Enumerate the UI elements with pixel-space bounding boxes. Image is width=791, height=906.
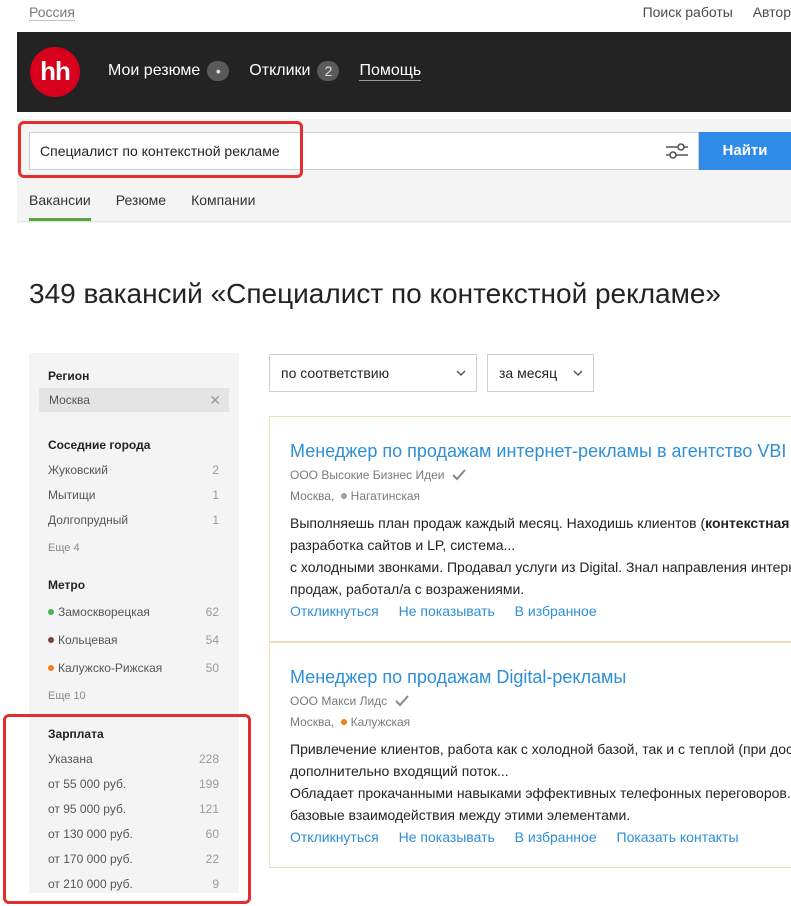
vacancy-company[interactable]: ООО Макси Лидс	[290, 694, 409, 708]
job-search-link[interactable]: Поиск работы	[643, 4, 733, 20]
sort-order-select[interactable]: по соответствию	[269, 354, 477, 392]
region-selected-label: Москва	[49, 393, 90, 407]
snippet-text: продаж, работал/а с возражениями.	[290, 581, 525, 597]
nearby-item-label: Жуковский	[48, 463, 108, 477]
main-header: hh Мои резюме • Отклики 2 Помощь	[17, 32, 791, 112]
metro-item-count: 50	[205, 661, 219, 675]
metro-item[interactable]: Калужско-Рижская 50	[48, 661, 219, 675]
nearby-item[interactable]: Жуковский 2	[48, 463, 219, 477]
region-heading: Регион	[48, 369, 90, 383]
snippet-text: с холодными звонками. Продавал услуги из…	[290, 559, 791, 575]
page-title: 349 вакансий «Специалист по контекстной …	[29, 278, 722, 309]
snippet-highlight: контекстная	[705, 515, 790, 531]
search-highlight-box	[18, 121, 303, 178]
nearby-more-link[interactable]: Еще 4	[48, 542, 80, 554]
region-link[interactable]: Россия	[29, 5, 75, 21]
tab-vacancies[interactable]: Вакансии	[29, 192, 91, 221]
metro-item-count: 54	[205, 633, 219, 647]
search-tabs: Вакансии Резюме Компании	[29, 192, 280, 221]
advanced-search-icon[interactable]	[665, 141, 689, 161]
metro-line-dot	[48, 665, 54, 671]
nearby-heading: Соседние города	[48, 438, 151, 452]
tabs-divider	[17, 221, 791, 222]
nav-help[interactable]: Помощь	[359, 61, 422, 81]
snippet-text: Обладает прокачанными навыками эффективн…	[290, 785, 791, 801]
vacancy-title-link[interactable]: Менеджер по продажам Digital-рекламы	[290, 667, 626, 688]
tab-companies[interactable]: Компании	[191, 192, 255, 221]
vacancy-title-link[interactable]: Менеджер по продажам интернет-рекламы в …	[290, 441, 786, 462]
period-value: за месяц	[499, 365, 558, 381]
region-selected-chip[interactable]: Москва ✕	[39, 388, 229, 412]
tab-resumes[interactable]: Резюме	[116, 192, 166, 221]
metro-line-dot	[48, 637, 54, 643]
nearby-item-count: 1	[212, 488, 219, 502]
metro-item-count: 62	[205, 605, 219, 619]
nearby-item-label: Долгопрудный	[48, 513, 129, 527]
main-nav: Мои резюме • Отклики 2 Помощь	[108, 61, 441, 81]
vacancy-location: Москва, Калужская	[290, 715, 410, 729]
snippet-text: Выполняешь план продаж каждый месяц. Нах…	[290, 515, 706, 531]
chevron-down-icon	[456, 370, 466, 377]
metro-line-dot	[48, 609, 54, 615]
clear-region-icon[interactable]: ✕	[209, 388, 221, 412]
favorite-link[interactable]: В избранное	[515, 829, 597, 845]
vacancy-snippet: Выполняешь план продаж каждый месяц. Нах…	[290, 512, 791, 600]
snippet-text: разработка сайтов и LP, система...	[290, 537, 516, 553]
snippet-text: базовые взаимодействия между этими элеме…	[290, 807, 631, 823]
verified-check-icon	[452, 469, 466, 481]
metro-item-label: Калужско-Рижская	[58, 661, 163, 675]
vacancy-snippet: Привлечение клиентов, работа как с холод…	[290, 738, 791, 826]
vacancy-metro: Калужская	[350, 715, 411, 729]
top-bar: Россия Поиск работы Автор	[0, 0, 791, 28]
metro-line-dot	[340, 493, 347, 499]
chevron-down-icon	[573, 370, 583, 377]
vacancy-location: Москва, Нагатинская	[290, 489, 420, 503]
vacancy-card: Менеджер по продажам Digital-рекламы ООО…	[269, 642, 791, 868]
metro-line-dot	[340, 719, 347, 725]
nearby-item-count: 2	[212, 463, 219, 477]
nearby-item[interactable]: Мытищи 1	[48, 488, 219, 502]
nearby-item[interactable]: Долгопрудный 1	[48, 513, 219, 527]
vacancy-actions: Откликнуться Не показывать В избранное П…	[290, 829, 755, 845]
metro-item-label: Замоскворецкая	[58, 605, 150, 619]
nav-responses[interactable]: Отклики 2	[249, 61, 340, 81]
vacancy-company[interactable]: ООО Высокие Бизнес Идеи	[290, 468, 466, 482]
vacancy-actions: Откликнуться Не показывать В избранное	[290, 603, 613, 619]
company-name: ООО Высокие Бизнес Идеи	[290, 468, 445, 482]
nav-my-resumes-label: Мои резюме	[108, 62, 201, 79]
show-contacts-link[interactable]: Показать контакты	[617, 829, 739, 845]
nav-responses-label: Отклики	[249, 62, 311, 79]
nearby-item-count: 1	[212, 513, 219, 527]
vacancy-card: Менеджер по продажам интернет-рекламы в …	[269, 416, 791, 642]
salary-highlight-box	[3, 714, 251, 904]
nav-my-resumes-badge: •	[207, 61, 230, 81]
metro-item[interactable]: Замоскворецкая 62	[48, 605, 219, 619]
metro-more-link[interactable]: Еще 10	[48, 690, 86, 702]
authorization-link[interactable]: Автор	[753, 4, 791, 20]
verified-check-icon	[394, 695, 409, 707]
snippet-text: Привлечение клиентов, работа как с холод…	[290, 741, 791, 757]
vacancy-city: Москва,	[290, 489, 335, 503]
nav-help-label: Помощь	[359, 61, 422, 81]
top-links: Поиск работы Автор	[627, 4, 791, 20]
find-button[interactable]: Найти	[699, 132, 791, 170]
nav-responses-badge: 2	[317, 61, 340, 81]
metro-item-label: Кольцевая	[58, 633, 118, 647]
sort-order-value: по соответствию	[281, 365, 390, 381]
snippet-text: дополнительно входящий поток...	[290, 763, 509, 779]
period-select[interactable]: за месяц	[487, 354, 594, 392]
nav-my-resumes[interactable]: Мои резюме •	[108, 61, 230, 81]
metro-item[interactable]: Кольцевая 54	[48, 633, 219, 647]
hide-link[interactable]: Не показывать	[399, 603, 495, 619]
metro-heading: Метро	[48, 578, 86, 592]
vacancy-metro: Нагатинская	[350, 489, 421, 503]
favorite-link[interactable]: В избранное	[515, 603, 597, 619]
vacancy-city: Москва,	[290, 715, 335, 729]
hh-logo[interactable]: hh	[30, 47, 80, 97]
respond-link[interactable]: Откликнуться	[290, 603, 379, 619]
nearby-item-label: Мытищи	[48, 488, 96, 502]
respond-link[interactable]: Откликнуться	[290, 829, 379, 845]
hide-link[interactable]: Не показывать	[399, 829, 495, 845]
company-name: ООО Макси Лидс	[290, 694, 388, 708]
